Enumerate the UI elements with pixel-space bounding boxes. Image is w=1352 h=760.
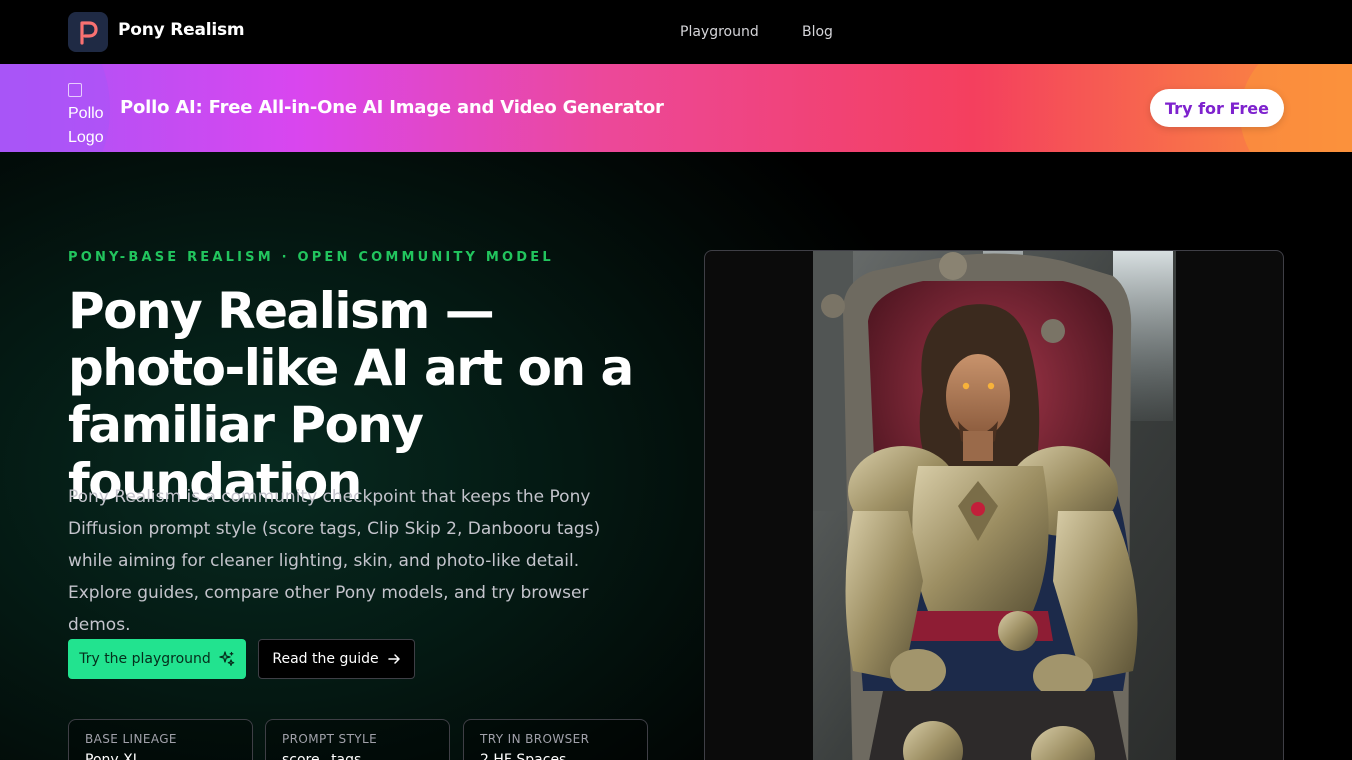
stat-value: score_ tags (282, 752, 362, 760)
top-nav: Pony Realism Playground Blog (0, 0, 1352, 64)
stat-card-try-in-browser: TRY IN BROWSER 2 HF Spaces (463, 719, 648, 760)
hero-description: Pony Realism is a community checkpoint t… (68, 487, 601, 635)
brand-logo[interactable] (68, 12, 108, 52)
brand-name[interactable]: Pony Realism (118, 20, 245, 40)
nav-link-blog[interactable]: Blog (802, 24, 833, 40)
try-playground-button[interactable]: Try the playground (68, 639, 246, 679)
sparkles-icon (219, 651, 235, 666)
read-guide-label: Read the guide (272, 651, 379, 667)
stat-value: 2 HF Spaces (480, 752, 567, 760)
try-for-free-button[interactable]: Try for Free (1150, 89, 1284, 127)
hero-eyebrow: PONY-BASE REALISM · OPEN COMMUNITY MODEL (68, 250, 554, 265)
stat-value: Pony XL (85, 752, 141, 760)
promo-title: Pollo AI: Free All-in-One AI Image and V… (120, 97, 664, 118)
hero-image-card (704, 250, 1284, 760)
broken-image-icon (68, 82, 82, 97)
brand-p-icon (80, 21, 98, 45)
stat-card-prompt-style: PROMPT STYLE score_ tags (265, 719, 450, 760)
hero-headline: Pony Realism — photo-like AI art on a fa… (68, 282, 634, 511)
try-playground-label: Try the playground (79, 651, 211, 667)
stat-card-base-lineage: BASE LINEAGE Pony XL (68, 719, 253, 760)
stat-label: PROMPT STYLE (282, 732, 378, 746)
promo-logo-alt-text: Pollo Logo (68, 105, 104, 146)
promo-logo-broken-image: Pollo Logo (68, 78, 108, 150)
nav-link-playground[interactable]: Playground (680, 24, 759, 40)
stat-label: BASE LINEAGE (85, 732, 177, 746)
arrow-right-icon (387, 654, 400, 664)
example-artwork-knight-on-throne (813, 251, 1176, 760)
read-guide-button[interactable]: Read the guide (258, 639, 415, 679)
stat-label: TRY IN BROWSER (480, 732, 590, 746)
